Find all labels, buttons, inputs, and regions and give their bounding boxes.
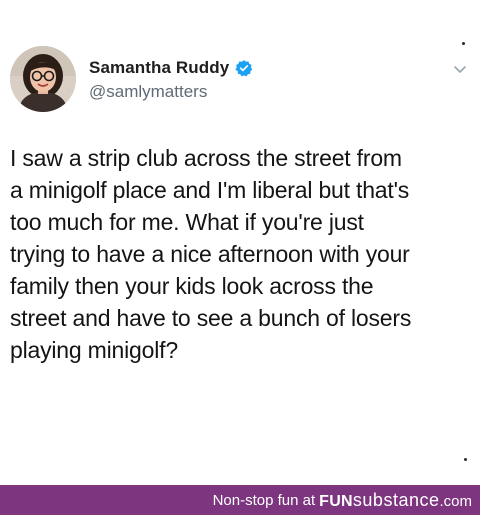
tweet-text-line: I saw a strip club across the street fro… xyxy=(10,145,402,171)
avatar-photo-icon xyxy=(10,46,76,112)
speck-mark xyxy=(462,42,465,45)
author-display-name[interactable]: Samantha Ruddy xyxy=(89,58,229,78)
author-handle[interactable]: @samlymatters xyxy=(89,82,207,102)
tweet-text-line: a minigolf place and I'm liberal but tha… xyxy=(10,177,410,203)
watermark-footer: Non-stop fun at FUN substance .com xyxy=(0,485,480,515)
avatar[interactable] xyxy=(10,46,76,112)
tweet-text-line: trying to have a nice afternoon with you… xyxy=(10,241,410,267)
author-name-row: Samantha Ruddy xyxy=(89,58,253,78)
brand-dotcom-text: .com xyxy=(439,492,472,510)
footer-brand[interactable]: FUN substance .com xyxy=(319,490,472,511)
verified-badge-icon xyxy=(235,59,253,77)
footer-tagline: Non-stop fun at xyxy=(212,491,316,509)
tweet-text-line: street and have to see a bunch of losers xyxy=(10,305,412,331)
speck-mark xyxy=(464,458,467,461)
tweet-text-line: family then your kids look across the xyxy=(10,273,374,299)
brand-substance-text: substance xyxy=(352,489,440,510)
brand-fun-text: FUN xyxy=(319,492,353,510)
chevron-down-icon[interactable] xyxy=(450,59,470,79)
tweet-text-line: too much for me. What if you're just xyxy=(10,209,364,235)
tweet-card: Samantha Ruddy @samlymatters I saw a str… xyxy=(0,0,480,485)
tweet-body: I saw a strip club across the street fro… xyxy=(10,142,472,366)
tweet-text-line: playing minigolf? xyxy=(10,337,178,363)
